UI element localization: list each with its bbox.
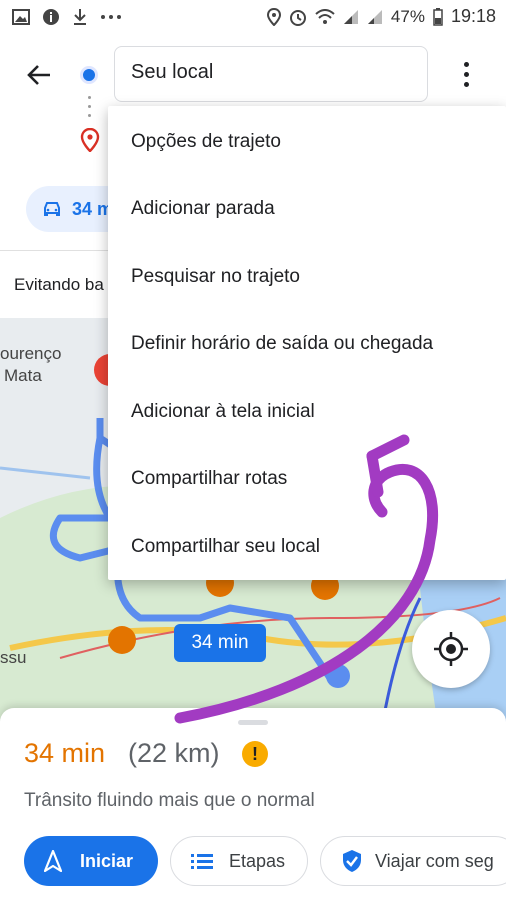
drag-handle[interactable] (238, 720, 268, 725)
battery-icon (433, 7, 443, 26)
travel-safely-button[interactable]: Viajar com seg (320, 836, 506, 886)
menu-item-route-options[interactable]: Opções de trajeto (108, 108, 506, 175)
destination-pin-icon (80, 128, 100, 152)
my-location-button[interactable] (412, 610, 490, 688)
start-button-label: Iniciar (80, 850, 134, 871)
clock: 19:18 (450, 6, 496, 26)
menu-item-set-departure-arrival[interactable]: Definir horário de saída ou chegada (108, 310, 506, 377)
map-place-label: ourenço (0, 344, 62, 363)
more-options-icon[interactable] (454, 62, 478, 90)
menu-item-share-location[interactable]: Compartilhar seu local (108, 513, 506, 580)
map-place-label: Mata (4, 366, 42, 385)
info-icon (43, 9, 59, 25)
more-icon (101, 15, 121, 19)
travel-safely-label: Viajar com seg (375, 850, 494, 871)
battery-percent: 47% (390, 6, 425, 26)
menu-item-add-stop[interactable]: Adicionar parada (108, 175, 506, 242)
signal-icon (367, 9, 382, 24)
start-button[interactable]: Iniciar (24, 836, 158, 886)
origin-dot-icon (80, 66, 98, 84)
route-duration: 34 min (24, 738, 106, 768)
avoid-text: Evitando ba (14, 275, 104, 294)
location-icon (266, 7, 281, 26)
shield-check-icon (343, 850, 361, 872)
traffic-status: Trânsito fluindo mais que o normal (24, 790, 315, 811)
status-bar: 47% 19:18 (0, 0, 506, 36)
status-left-icons (12, 8, 122, 26)
wifi-icon (315, 8, 335, 24)
menu-item-add-to-home-screen[interactable]: Adicionar à tela inicial (108, 378, 506, 445)
steps-button-label: Etapas (229, 850, 286, 871)
warning-icon: ! (242, 741, 268, 767)
back-arrow-icon[interactable] (24, 60, 54, 90)
list-icon (191, 854, 213, 869)
route-summary-sheet: 34 min (22 km) ! Trânsito fluindo mais q… (0, 708, 506, 900)
steps-button[interactable]: Etapas (170, 836, 308, 886)
status-right-icons: 47% 19:18 (266, 6, 496, 27)
route-dots (88, 96, 91, 126)
overflow-menu: Opções de trajeto Adicionar parada Pesqu… (108, 106, 506, 580)
alarm-icon (289, 9, 306, 26)
car-icon (44, 202, 60, 216)
route-distance: (22 km) (128, 738, 220, 768)
route-time-badge[interactable]: 34 min (174, 624, 266, 662)
origin-input[interactable]: Seu local (114, 46, 428, 102)
my-location-icon (434, 632, 468, 666)
map-place-label: ssu (0, 648, 27, 667)
download-icon (74, 9, 86, 25)
menu-item-search-along-route[interactable]: Pesquisar no trajeto (108, 243, 506, 310)
menu-item-share-directions[interactable]: Compartilhar rotas (108, 445, 506, 512)
car-mode-duration: 34 m (72, 198, 114, 219)
signal-icon (343, 9, 358, 24)
navigation-arrow-icon (44, 850, 62, 872)
image-icon (12, 9, 30, 25)
